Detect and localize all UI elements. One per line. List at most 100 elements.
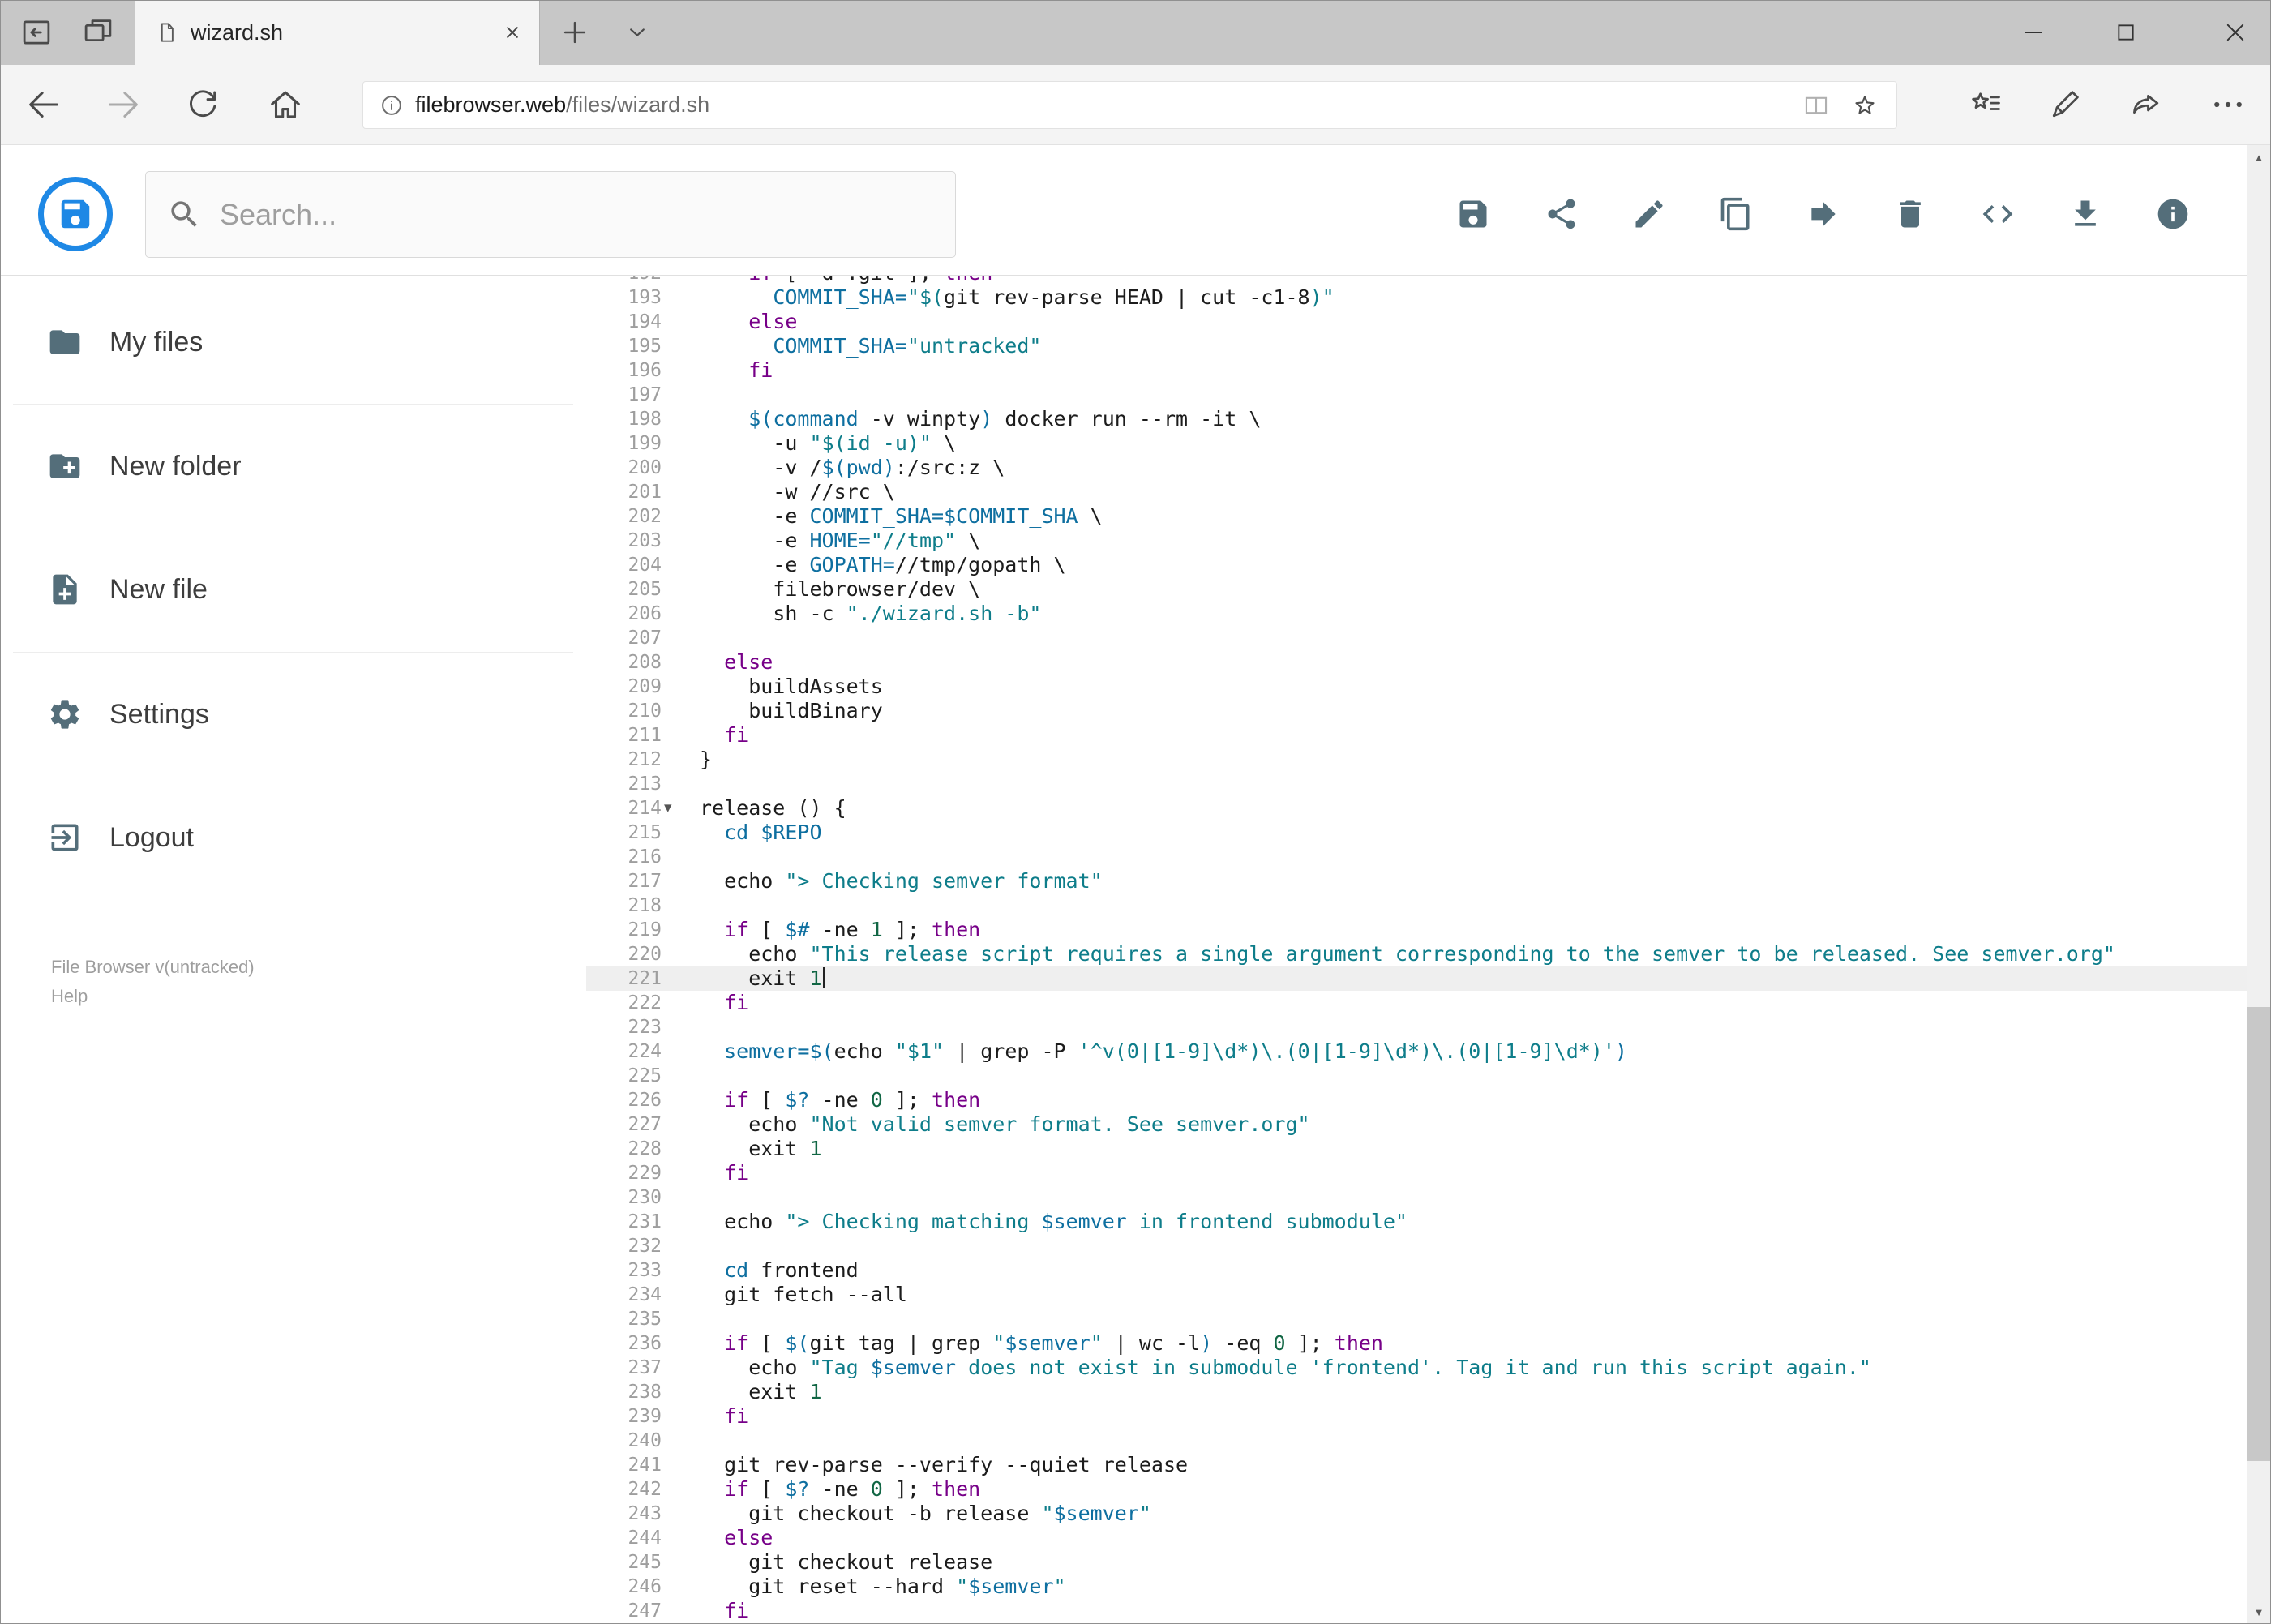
hub-favorites-button[interactable] [1967,86,2004,123]
file-info-button[interactable] [2147,188,2199,240]
sidebar-item-new-folder[interactable]: New folder [0,427,586,505]
code-line: 201 -w //src \ [586,480,2247,504]
code-icon [1982,205,2013,223]
sidebar-item-new-file[interactable]: New file [0,551,586,628]
rename-button[interactable] [1623,188,1675,240]
code-line: 196 fi [586,358,2247,383]
settings-more-button[interactable] [2209,86,2247,123]
copy-button[interactable] [1710,188,1762,240]
code-text: if [ $? -ne 0 ]; then [724,1088,981,1112]
code-line: 198 $(command -v winpty) docker run --rm… [586,407,2247,431]
line-number: 201 [628,482,662,503]
tabs-preview-button[interactable] [79,14,117,51]
folder-icon [49,330,80,354]
line-number: 216 [628,846,662,868]
line-number: 195 [628,336,662,357]
fold-gutter [662,1283,700,1307]
back-button[interactable] [25,86,62,123]
forward-arrow-icon [109,92,138,118]
tab-list-dropdown-button[interactable] [619,14,656,51]
code-line: 243 git checkout -b release "$semver" [586,1502,2247,1526]
tab-close-button[interactable] [499,19,526,46]
help-link[interactable]: Help [51,984,255,1009]
share-icon [1548,199,1575,229]
code-text: git reset --hard "$semver" [700,1575,1066,1598]
code-line: 194 else [586,310,2247,334]
tabs-set-aside-button[interactable] [18,14,55,51]
code-line: 222 fi [586,991,2247,1015]
forward-button[interactable] [105,86,142,123]
code-text: COMMIT_SHA="$(git rev-parse HEAD | cut -… [773,285,1335,309]
add-favorite-star-icon[interactable] [1851,92,1879,119]
line-number: 223 [628,1017,662,1038]
address-bar[interactable]: filebrowser.web/files/wizard.sh [362,81,1897,129]
line-number: 237 [628,1357,662,1378]
tab-title: wizard.sh [191,19,284,45]
line-number: 211 [628,725,662,746]
code-text: git checkout release [700,1550,993,1574]
code-editor[interactable]: 192 if [ -d .git ]; then193 COMMIT_SHA="… [586,276,2247,1624]
home-button[interactable] [267,86,304,123]
code-text: if [ -d .git ]; then [700,276,2247,285]
new-tab-button[interactable] [556,14,593,51]
search-box[interactable] [145,171,956,258]
code-text: fi [724,723,749,747]
fold-gutter [662,1575,700,1599]
page-scrollbar[interactable]: ▲ ▼ [2247,145,2271,1624]
save-button[interactable] [1447,188,1499,240]
code-line: 246 git reset --hard "$semver" [586,1575,2247,1599]
line-number: 231 [628,1211,662,1232]
share-button[interactable] [2128,86,2166,123]
line-number: 230 [628,1187,662,1208]
scroll-down-arrow[interactable]: ▼ [2247,1600,2271,1624]
code-line: 234 git fetch --all [586,1283,2247,1307]
code-text: buildAssets [700,675,883,698]
line-number: 214 [628,798,662,819]
fold-marker-icon[interactable]: ▾ [662,796,700,821]
line-number: 220 [628,944,662,965]
fold-gutter [662,383,700,407]
line-number: 208 [628,652,662,673]
code-line: 236 if [ $(git tag | grep "$semver" | wc… [586,1331,2247,1356]
download-button[interactable] [2059,188,2111,240]
share-file-button[interactable] [1536,188,1588,240]
code-text: fi [724,1161,749,1185]
code-line: 241 git rev-parse --verify --quiet relea… [586,1453,2247,1477]
scrollbar-thumb[interactable] [2247,1007,2271,1461]
sidebar-item-label: Settings [109,698,209,730]
maximize-icon [2118,24,2134,41]
refresh-button[interactable] [184,86,221,123]
window-close-button[interactable] [2199,0,2271,65]
code-line: 229 fi [586,1161,2247,1185]
scroll-up-arrow[interactable]: ▲ [2247,145,2271,169]
code-line: 235 [586,1307,2247,1331]
web-notes-button[interactable] [2046,86,2084,123]
set-tabs-aside-icon [23,20,50,45]
window-minimize-button[interactable] [2007,0,2059,65]
code-line: 207 [586,626,2247,650]
line-number: 242 [628,1479,662,1500]
code-text: sh -c "./wizard.sh -b" [700,602,1042,625]
move-button[interactable] [1798,188,1849,240]
filebrowser-logo[interactable] [38,177,113,251]
search-input[interactable] [220,197,955,232]
raw-code-button[interactable] [1972,188,2024,240]
fold-gutter [662,1064,700,1088]
sidebar-divider [13,404,573,405]
reading-view-icon[interactable] [1802,92,1830,119]
line-number: 238 [628,1382,662,1403]
sidebar-item-settings[interactable]: Settings [0,675,586,753]
line-number: 194 [628,311,662,332]
code-line: 215 cd $REPO [586,821,2247,845]
more-ellipsis-icon [2214,101,2242,108]
sidebar-item-logout[interactable]: Logout [0,799,586,876]
code-text: -e COMMIT_SHA=$COMMIT_SHA \ [700,504,1103,528]
sidebar-item-my-files[interactable]: My files [0,303,586,381]
window-maximize-button[interactable] [2100,0,2152,65]
delete-button[interactable] [1884,188,1936,240]
browser-tab[interactable]: wizard.sh [135,0,540,65]
code-text: git checkout -b release "$semver" [700,1502,1151,1525]
line-number: 219 [628,919,662,941]
url-domain: filebrowser.web [415,92,567,117]
